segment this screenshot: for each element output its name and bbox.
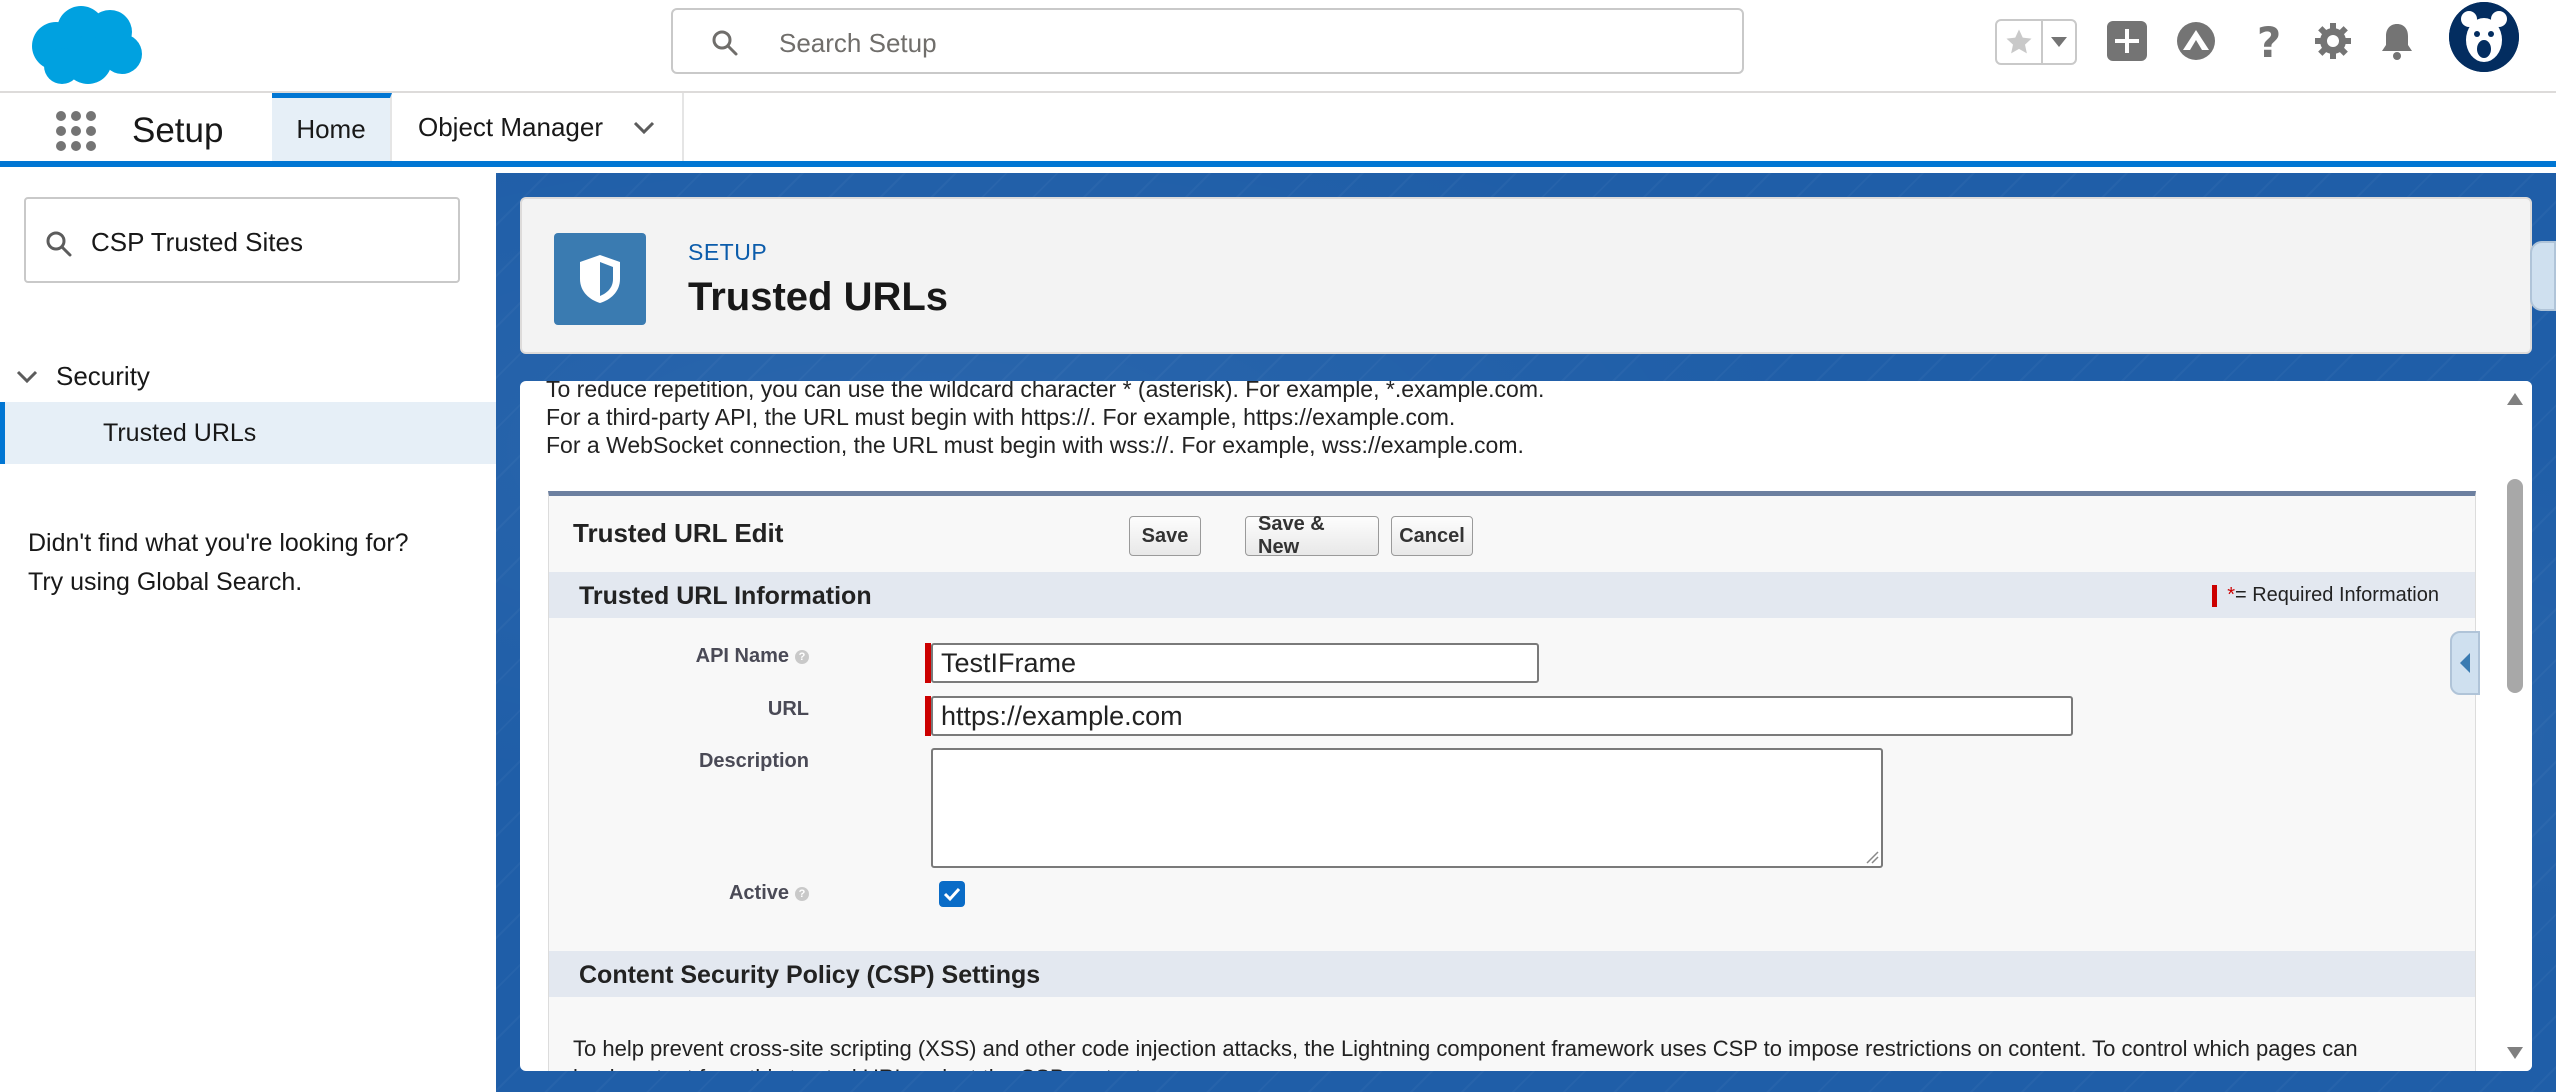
page-header: SETUP Trusted URLs: [520, 197, 2532, 354]
search-icon: [711, 29, 739, 57]
global-header: Search Setup ?: [0, 0, 2556, 93]
help-text: To reduce repetition, you can use the wi…: [546, 381, 1544, 459]
favorites-group: [1995, 19, 2077, 65]
help-icon[interactable]: ?: [2247, 18, 2291, 64]
side-panel-toggle[interactable]: [2530, 241, 2556, 311]
app-name: Setup: [132, 111, 224, 150]
cancel-button[interactable]: Cancel: [1391, 516, 1473, 556]
global-search-hint: Didn't find what you're looking for? Try…: [28, 524, 488, 602]
help-icon[interactable]: ?: [795, 649, 809, 664]
shield-icon: [554, 233, 646, 325]
search-placeholder: Search Setup: [779, 28, 937, 58]
quick-find-value: CSP Trusted Sites: [91, 227, 303, 257]
content-frame: To reduce repetition, you can use the wi…: [520, 381, 2532, 1071]
add-icon[interactable]: [2105, 18, 2149, 64]
active-checkbox[interactable]: [939, 881, 965, 907]
section-title: Trusted URL Information: [579, 582, 872, 610]
form-header: Trusted URL Edit Save Save & New Cancel: [549, 496, 2475, 572]
hint-line-2: Try using Global Search.: [28, 568, 303, 596]
hint-line-1: Didn't find what you're looking for?: [28, 529, 409, 557]
chevron-down-icon[interactable]: [14, 363, 40, 389]
search-icon: [44, 229, 74, 259]
avatar[interactable]: [2449, 2, 2519, 72]
help-line: To reduce repetition, you can use the wi…: [546, 381, 1545, 402]
favorites-star-icon[interactable]: [1997, 21, 2043, 63]
context-bar: Setup Home Object Manager: [0, 93, 2556, 167]
tree-leaf-trusted-urls[interactable]: Trusted URLs: [0, 402, 496, 464]
tab-home[interactable]: Home: [272, 93, 392, 161]
tree-node-security[interactable]: Security: [0, 351, 496, 401]
salesforce-cloud-logo[interactable]: [26, 4, 146, 86]
trusted-url-edit-form: Trusted URL Edit Save Save & New Cancel …: [548, 491, 2476, 1071]
required-bar-icon: [2212, 584, 2218, 607]
app-launcher-icon[interactable]: [54, 109, 98, 153]
api-name-input[interactable]: TestIFrame: [931, 643, 1539, 683]
csp-description: To help prevent cross-site scripting (XS…: [573, 1036, 2358, 1071]
api-name-label: API Name?: [549, 645, 809, 668]
save-button[interactable]: Save: [1129, 516, 1201, 556]
collapse-panel-button[interactable]: [2450, 631, 2480, 695]
trailhead-icon[interactable]: [2174, 18, 2218, 64]
scroll-up-icon[interactable]: [2507, 393, 2523, 405]
tree-node-label: Security: [56, 360, 150, 391]
favorites-menu-icon[interactable]: [2043, 21, 2075, 63]
page-eyebrow: SETUP: [688, 239, 768, 265]
scroll-thumb[interactable]: [2507, 479, 2523, 693]
tab-object-manager-label: Object Manager: [418, 111, 603, 142]
bell-icon[interactable]: [2375, 18, 2419, 64]
form-title: Trusted URL Edit: [573, 518, 784, 548]
tab-object-manager[interactable]: Object Manager: [392, 93, 684, 161]
url-label: URL: [767, 698, 809, 720]
scroll-down-icon[interactable]: [2507, 1047, 2523, 1059]
help-icon[interactable]: ?: [795, 886, 809, 901]
section-title: Content Security Policy (CSP) Settings: [579, 961, 1041, 989]
section-csp-settings: Content Security Policy (CSP) Settings: [549, 951, 2475, 997]
required-legend: * = Required Information: [2212, 584, 2439, 607]
help-line: For a WebSocket connection, the URL must…: [546, 432, 1524, 458]
page-title: Trusted URLs: [688, 275, 949, 319]
vertical-scrollbar[interactable]: [2498, 381, 2532, 1071]
gear-icon[interactable]: [2311, 18, 2355, 64]
main-content: SETUP Trusted URLs To reduce repetition,…: [496, 173, 2556, 1092]
section-trusted-url-information: Trusted URL Information * = Required Inf…: [549, 572, 2475, 618]
url-input[interactable]: https://example.com: [931, 696, 2073, 736]
quick-find-input[interactable]: CSP Trusted Sites: [24, 197, 460, 283]
active-label: Active?: [549, 882, 809, 905]
description-textarea[interactable]: [931, 748, 1883, 868]
svg-text:?: ?: [2257, 19, 2281, 63]
description-label: Description: [698, 750, 809, 772]
global-search-input[interactable]: Search Setup: [671, 8, 1744, 74]
help-line: For a third-party API, the URL must begi…: [546, 404, 1456, 430]
resize-handle-icon: [1866, 851, 1879, 864]
save-and-new-button[interactable]: Save & New: [1245, 513, 1379, 558]
tab-home-label: Home: [296, 114, 366, 144]
chevron-down-icon[interactable]: [631, 114, 657, 140]
setup-sidebar: CSP Trusted Sites Security Trusted URLs …: [0, 173, 496, 1092]
required-legend-text: = Required Information: [2234, 584, 2439, 606]
tree-leaf-label: Trusted URLs: [103, 418, 257, 447]
